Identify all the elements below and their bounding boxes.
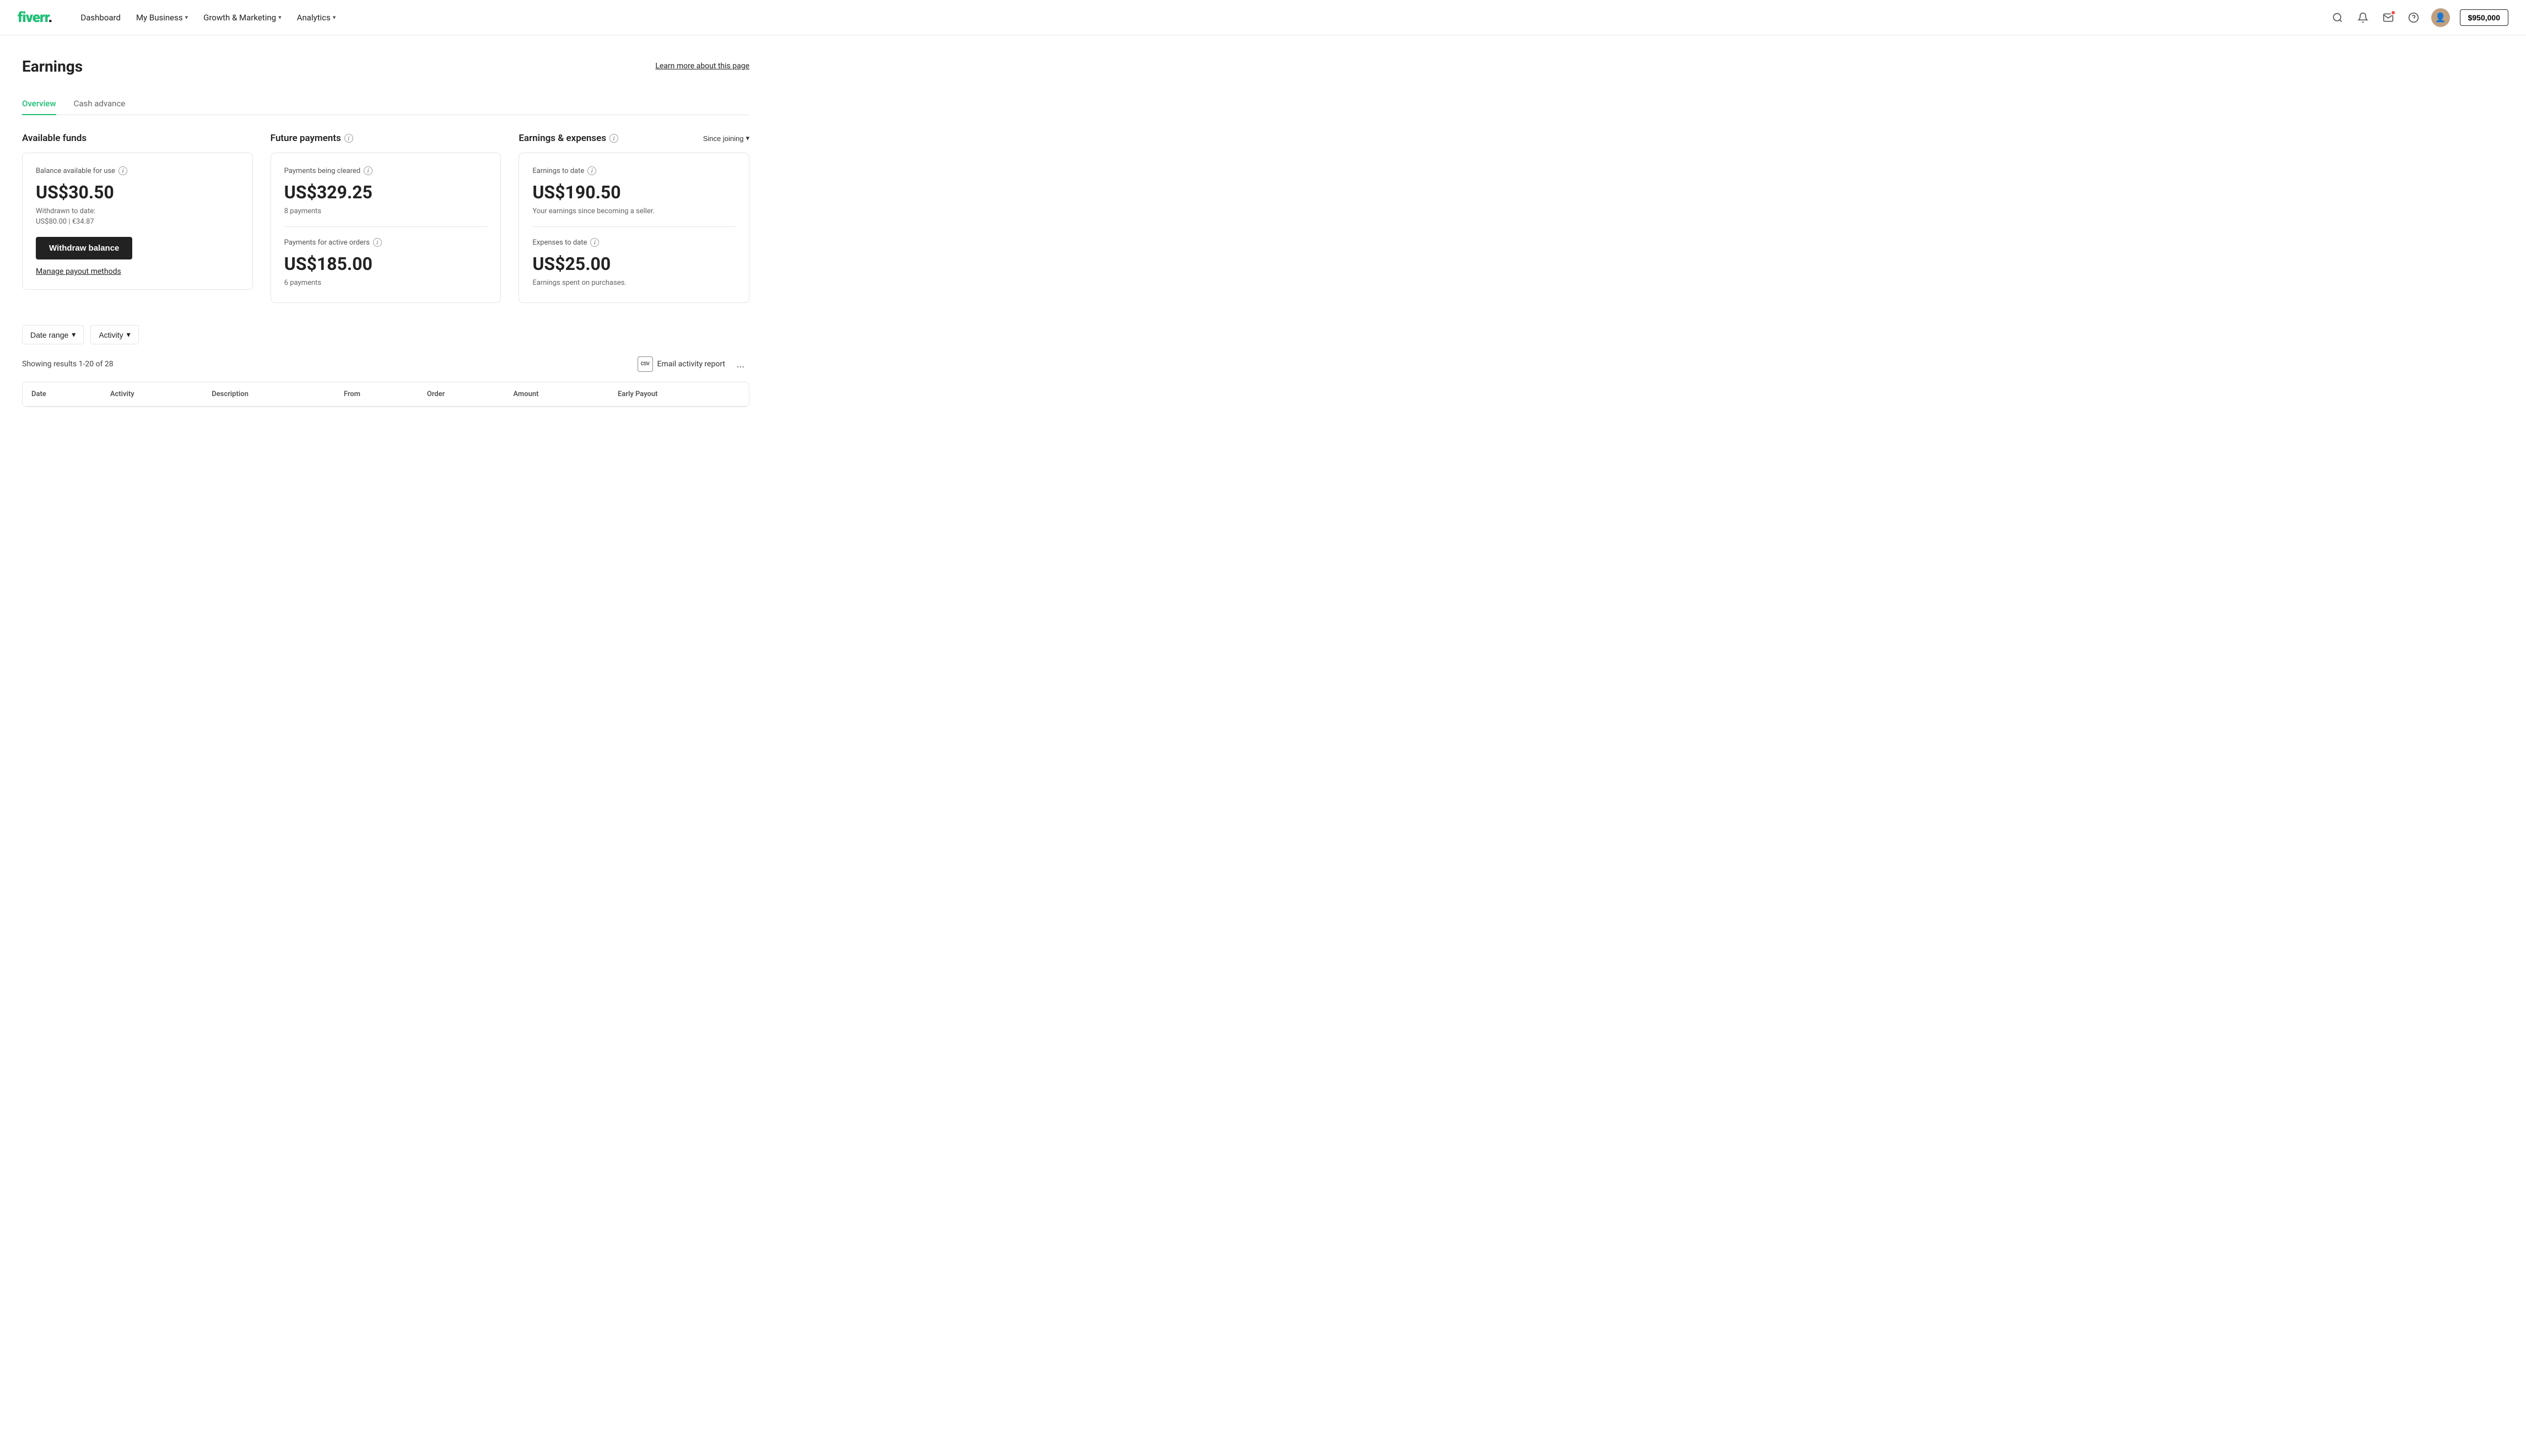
col-description: Description <box>203 382 335 407</box>
nav-item-growth-marketing[interactable]: Growth & Marketing ▾ <box>197 8 288 27</box>
earnings-to-date-sub: Your earnings since becoming a seller. <box>532 207 736 215</box>
balance-amount: US$30.50 <box>36 182 239 203</box>
notifications-icon[interactable] <box>2355 10 2371 25</box>
logo[interactable]: fiverr. <box>18 9 52 26</box>
email-activity-report-button[interactable]: CSV Email activity report <box>638 356 725 372</box>
results-count: Showing results 1-20 of 28 <box>22 360 114 369</box>
chevron-down-icon: ▾ <box>278 14 282 21</box>
help-icon[interactable] <box>2406 10 2421 25</box>
expenses-to-date-label: Expenses to date i <box>532 238 736 247</box>
col-activity: Activity <box>101 382 203 407</box>
active-orders-label: Payments for active orders i <box>284 238 488 247</box>
clearing-label: Payments being cleared i <box>284 166 488 175</box>
future-payments-info-icon[interactable]: i <box>344 134 353 143</box>
available-funds-card: Balance available for use i US$30.50 Wit… <box>22 153 253 290</box>
messages-icon[interactable] <box>2381 10 2396 25</box>
activity-filter[interactable]: Activity ▾ <box>90 325 138 344</box>
clearing-info-icon[interactable]: i <box>364 166 373 175</box>
active-orders-sub: 6 payments <box>284 279 488 287</box>
nav-item-my-business[interactable]: My Business ▾ <box>129 8 195 27</box>
col-amount: Amount <box>504 382 609 407</box>
search-icon[interactable] <box>2330 10 2345 25</box>
csv-icon: CSV <box>638 356 653 372</box>
future-payments-section: Future payments i Payments being cleared… <box>271 133 501 303</box>
header: fiverr. Dashboard My Business ▾ Growth &… <box>0 0 2526 35</box>
cards-grid: Available funds Balance available for us… <box>22 133 749 303</box>
avatar[interactable]: 👤 <box>2431 8 2450 27</box>
chevron-down-icon: ▾ <box>72 330 75 339</box>
page-title: Earnings <box>22 57 83 75</box>
logo-dot: . <box>48 9 52 26</box>
more-options-button[interactable]: ... <box>732 355 749 373</box>
earnings-to-date-amount: US$190.50 <box>532 182 736 203</box>
available-funds-title: Available funds <box>22 133 253 144</box>
earnings-to-date-label: Earnings to date i <box>532 166 736 175</box>
available-funds-section: Available funds Balance available for us… <box>22 133 253 303</box>
chevron-down-icon: ▾ <box>185 14 188 21</box>
earnings-to-date-info-icon[interactable]: i <box>587 166 596 175</box>
withdraw-balance-button[interactable]: Withdraw balance <box>36 237 132 259</box>
col-from: From <box>335 382 418 407</box>
tab-cash-advance[interactable]: Cash advance <box>74 93 126 115</box>
earnings-expenses-header: Earnings & expenses i Since joining ▾ <box>519 133 749 144</box>
chevron-down-icon: ▾ <box>333 14 336 21</box>
withdrawn-label: Withdrawn to date: <box>36 207 239 215</box>
expenses-to-date-amount: US$25.00 <box>532 253 736 274</box>
since-joining-filter[interactable]: Since joining ▾ <box>703 134 749 143</box>
header-actions: 👤 $950,000 <box>2330 8 2508 27</box>
main-content: Earnings Learn more about this page Over… <box>0 35 771 429</box>
date-range-filter[interactable]: Date range ▾ <box>22 325 84 344</box>
col-early-payout: Early Payout <box>609 382 749 407</box>
active-orders-info-icon[interactable]: i <box>373 238 382 247</box>
expenses-to-date-sub: Earnings spent on purchases. <box>532 279 736 287</box>
balance-label: Balance available for use i <box>36 166 239 175</box>
future-payments-title: Future payments i <box>271 133 501 144</box>
nav-item-analytics[interactable]: Analytics ▾ <box>290 8 343 27</box>
withdrawn-value: US$80.00 | €34.87 <box>36 218 239 226</box>
main-nav: Dashboard My Business ▾ Growth & Marketi… <box>74 8 2329 27</box>
future-payments-card: Payments being cleared i US$329.25 8 pay… <box>271 153 501 303</box>
earnings-expenses-section: Earnings & expenses i Since joining ▾ Ea… <box>519 133 749 303</box>
manage-payout-link[interactable]: Manage payout methods <box>36 267 121 276</box>
learn-more-link[interactable]: Learn more about this page <box>655 62 749 71</box>
filters-row: Date range ▾ Activity ▾ <box>22 325 749 344</box>
col-date: Date <box>23 382 101 407</box>
table-header-row: Date Activity Description From Order Amo… <box>23 382 749 407</box>
page-header: Earnings Learn more about this page <box>22 57 749 75</box>
activity-table: Date Activity Description From Order Amo… <box>22 382 749 407</box>
expenses-to-date-info-icon[interactable]: i <box>590 238 599 247</box>
earnings-expenses-title: Earnings & expenses i <box>519 133 618 144</box>
tabs: Overview Cash advance <box>22 93 749 115</box>
balance-button[interactable]: $950,000 <box>2460 9 2508 26</box>
nav-item-dashboard[interactable]: Dashboard <box>74 8 127 27</box>
clearing-sub: 8 payments <box>284 207 488 215</box>
earnings-expenses-card: Earnings to date i US$190.50 Your earnin… <box>519 153 749 303</box>
tab-overview[interactable]: Overview <box>22 93 56 115</box>
message-badge <box>2390 10 2396 15</box>
clearing-amount: US$329.25 <box>284 182 488 203</box>
earnings-expenses-info-icon[interactable]: i <box>609 134 618 143</box>
active-orders-amount: US$185.00 <box>284 253 488 274</box>
chevron-down-icon: ▾ <box>127 330 131 339</box>
results-row: Showing results 1-20 of 28 CSV Email act… <box>22 355 749 373</box>
table-actions: CSV Email activity report ... <box>638 355 749 373</box>
col-order: Order <box>418 382 505 407</box>
balance-info-icon[interactable]: i <box>118 166 127 175</box>
chevron-down-icon: ▾ <box>746 134 749 143</box>
